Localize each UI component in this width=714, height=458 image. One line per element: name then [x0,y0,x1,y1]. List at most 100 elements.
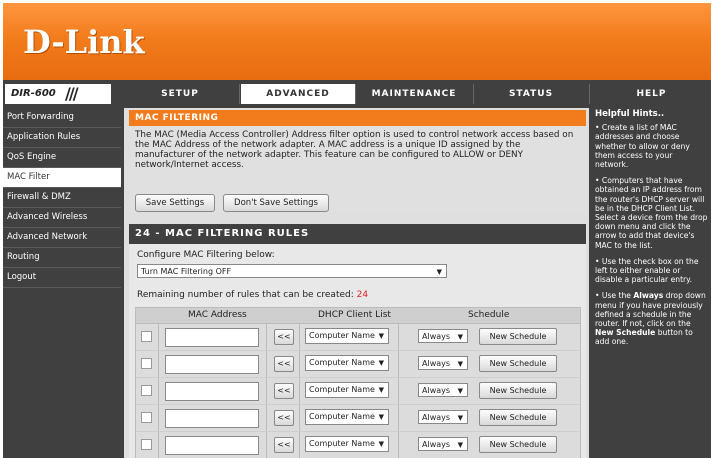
sidebar-item-mac-filter[interactable]: MAC Filter [3,168,121,188]
model-slash-graphic: /// [65,84,78,103]
enable-checkbox[interactable] [141,358,152,369]
chevron-down-icon: ▼ [457,360,463,368]
dhcp-client-value: Computer Name [309,412,375,421]
sidebar-item-port-forwarding[interactable]: Port Forwarding [3,108,121,128]
dhcp-client-value: Computer Name [309,385,375,394]
copy-mac-button[interactable]: << [274,437,294,453]
chevron-down-icon: ▼ [457,387,463,395]
schedule-select[interactable]: Always ▼ [418,329,468,343]
schedule-select[interactable]: Always ▼ [418,437,468,451]
column-divider [158,432,159,458]
column-divider [398,405,399,431]
column-divider [266,324,267,350]
table-body: << Computer Name ▼ Always ▼ New Schedule << Com… [135,324,581,458]
tab-setup[interactable]: SETUP [121,84,240,104]
table-row: << Computer Name ▼ Always ▼ New Schedule [135,324,581,351]
sidebar-item-qos-engine[interactable]: QoS Engine [3,148,121,168]
enable-checkbox[interactable] [141,331,152,342]
schedule-value: Always [422,386,451,395]
column-divider [299,432,300,458]
enable-checkbox[interactable] [141,412,152,423]
dhcp-client-select[interactable]: Computer Name ▼ [305,328,389,344]
schedule-select[interactable]: Always ▼ [418,410,468,424]
dhcp-client-value: Computer Name [309,358,375,367]
hint-item: • Create a list of MAC addresses and cho… [595,123,690,170]
table-row: << Computer Name ▼ Always ▼ New Schedule [135,432,581,458]
mac-address-input[interactable] [165,409,259,428]
dont-save-settings-button[interactable]: Don't Save Settings [223,194,329,212]
chevron-down-icon: ▼ [378,440,384,448]
column-divider [158,405,159,431]
tab-advanced[interactable]: ADVANCED [241,84,356,104]
table-row: << Computer Name ▼ Always ▼ New Schedule [135,378,581,405]
sidebar-item-logout[interactable]: Logout [3,268,121,288]
chevron-down-icon: ▼ [378,413,384,421]
column-divider [398,351,399,377]
schedule-value: Always [422,359,451,368]
column-divider [158,378,159,404]
mac-address-input[interactable] [165,328,259,347]
dhcp-client-select[interactable]: Computer Name ▼ [305,382,389,398]
dhcp-client-select[interactable]: Computer Name ▼ [305,355,389,371]
router-admin-page: D-Link DIR-600 /// SETUP ADVANCED MAINTE… [3,3,711,458]
copy-mac-button[interactable]: << [274,329,294,345]
hint-item: • Use the check box on the left to eithe… [595,256,699,285]
schedule-value: Always [422,332,451,341]
dlink-logo: D-Link [23,23,145,61]
chevron-down-icon: ▼ [378,359,384,367]
header-banner: D-Link [3,3,711,80]
section-description: The MAC (Media Access Controller) Addres… [135,130,574,170]
enable-checkbox[interactable] [141,439,152,450]
tab-help[interactable]: HELP [592,84,711,104]
column-divider [299,324,300,350]
chevron-down-icon: ▼ [457,333,463,341]
schedule-value: Always [422,413,451,422]
dhcp-client-value: Computer Name [309,331,375,340]
new-schedule-button[interactable]: New Schedule [479,355,557,372]
table-row: << Computer Name ▼ Always ▼ New Schedule [135,351,581,378]
new-schedule-button[interactable]: New Schedule [479,382,557,399]
column-divider [398,378,399,404]
hint-text: • Use the [595,291,634,301]
mac-filtering-rules-section: 24 - MAC FILTERING RULES Configure MAC F… [129,224,586,458]
mac-address-input[interactable] [165,355,259,374]
sidebar-item-routing[interactable]: Routing [3,248,121,268]
main-content: MAC FILTERING The MAC (Media Access Cont… [124,108,589,458]
sidebar-item-firewall-dmz[interactable]: Firewall & DMZ [3,188,121,208]
column-divider [158,351,159,377]
column-divider [158,324,159,350]
new-schedule-button[interactable]: New Schedule [479,409,557,426]
hints-title: Helpful Hints.. [595,109,665,119]
column-divider [266,405,267,431]
save-settings-button[interactable]: Save Settings [135,194,215,212]
sidebar: Port Forwarding Application Rules QoS En… [3,108,121,458]
schedule-select[interactable]: Always ▼ [418,383,468,397]
copy-mac-button[interactable]: << [274,356,294,372]
sidebar-item-application-rules[interactable]: Application Rules [3,128,121,148]
dhcp-client-value: Computer Name [309,439,375,448]
tab-status[interactable]: STATUS [473,84,590,104]
column-divider [398,324,399,350]
hint-item: • Use the Always drop down menu if you h… [592,291,711,346]
dhcp-client-select[interactable]: Computer Name ▼ [305,409,389,425]
new-schedule-button[interactable]: New Schedule [479,436,557,453]
dhcp-client-select[interactable]: Computer Name ▼ [305,436,389,452]
tab-maintenance[interactable]: MAINTENANCE [355,84,474,104]
column-dhcp-client-list: DHCP Client List [318,310,391,320]
copy-mac-button[interactable]: << [274,410,294,426]
schedule-select[interactable]: Always ▼ [418,356,468,370]
sidebar-item-advanced-wireless[interactable]: Advanced Wireless [3,208,121,228]
column-schedule: Schedule [468,310,510,320]
mac-address-input[interactable] [165,382,259,401]
copy-mac-button[interactable]: << [274,383,294,399]
hint-bold-always: Always [633,291,664,301]
mac-address-input[interactable] [165,436,259,455]
table-header: MAC Address DHCP Client List Schedule [135,307,581,324]
filter-mode-select[interactable]: Turn MAC Filtering OFF ▼ [137,264,447,278]
helpful-hints-panel: Helpful Hints.. • Create a list of MAC a… [592,108,711,458]
sidebar-item-advanced-network[interactable]: Advanced Network [3,228,121,248]
enable-checkbox[interactable] [141,385,152,396]
column-divider [299,405,300,431]
model-badge: DIR-600 /// [5,84,111,104]
new-schedule-button[interactable]: New Schedule [479,328,557,345]
